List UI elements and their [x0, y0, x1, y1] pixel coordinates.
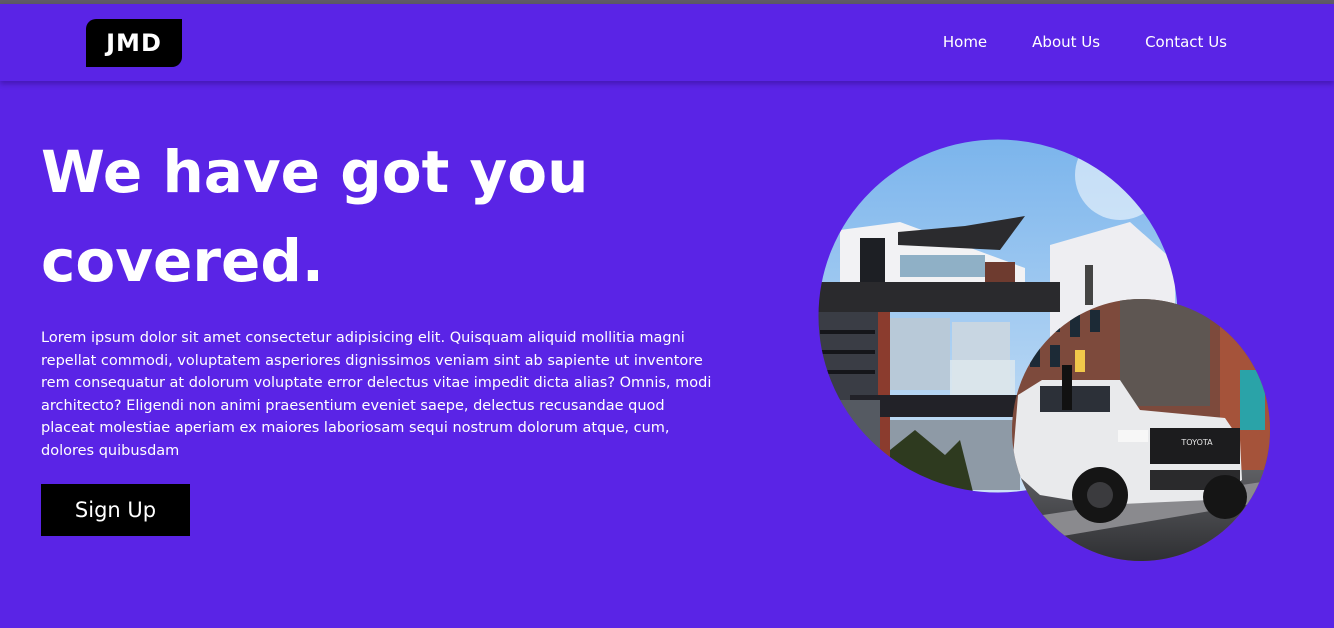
hero-images: TOYOTA: [817, 138, 1270, 561]
truck-badge: TOYOTA: [1180, 438, 1213, 447]
